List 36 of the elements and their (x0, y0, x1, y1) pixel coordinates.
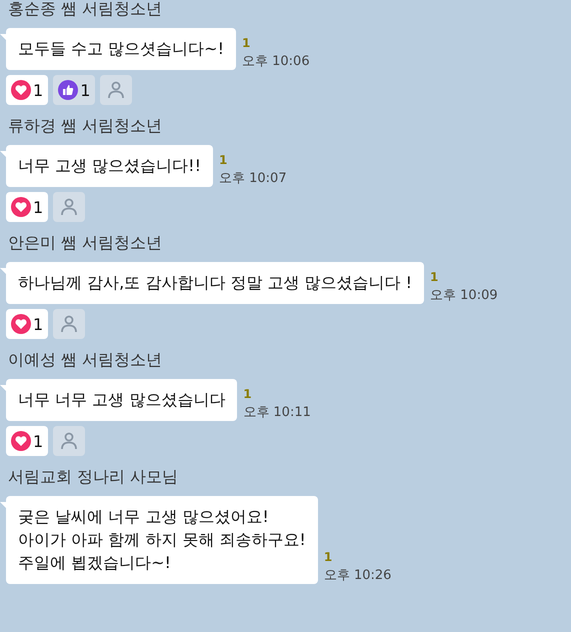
timestamp: 오후 10:11 (243, 404, 311, 421)
timestamp: 오후 10:06 (242, 53, 310, 70)
message-text: 모두들 수고 많으셧습니다~! (18, 38, 224, 60)
reaction-profile-button[interactable] (53, 192, 86, 222)
unread-count: 1 (430, 270, 438, 284)
reaction-chip[interactable]: 1 (6, 75, 48, 105)
reaction-chip[interactable]: 1 (6, 426, 48, 456)
sender-name: 안은미 쌤 서림청소년 (8, 234, 162, 252)
message-text: 너무 고생 많으셨습니다!! (18, 155, 201, 177)
unread-count: 1 (219, 153, 228, 167)
timestamp: 오후 10:07 (219, 170, 287, 187)
unread-count: 1 (243, 387, 252, 401)
sender-name: 서림교회 정나리 사모님 (8, 468, 178, 486)
message-text: 아이가 아파 함께 하지 못해 죄송하구요! (18, 529, 306, 551)
sender-name: 이예성 쌤 서림청소년 (8, 351, 162, 369)
thumbs-up-icon (58, 80, 78, 100)
reaction-profile-button[interactable] (100, 75, 132, 105)
person-icon (59, 197, 80, 217)
person-icon (59, 314, 80, 334)
timestamp: 오후 10:09 (430, 287, 498, 304)
person-icon (59, 431, 80, 451)
reaction-chip[interactable]: 1 (6, 192, 48, 222)
message-text: 하나님께 감사,또 감사합니다 정말 고생 많으셨습니다 ! (18, 272, 412, 294)
reaction-chip[interactable]: 1 (53, 75, 96, 105)
person-icon (106, 80, 126, 100)
message-text: 주일에 뵙겠습니다~! (18, 552, 172, 574)
reaction-chip[interactable]: 1 (6, 309, 48, 339)
unread-count: 1 (242, 36, 250, 50)
sender-name: 류하경 쌤 서림청소년 (8, 117, 162, 135)
sender-name: 홍순종 쌤 서림청소년 (8, 0, 162, 18)
unread-count: 1 (324, 550, 332, 564)
message-text: 너무 너무 고생 많으셨습니다 (18, 389, 226, 411)
reaction-profile-button[interactable] (53, 426, 86, 456)
reaction-profile-button[interactable] (53, 309, 86, 339)
timestamp: 오후 10:26 (324, 567, 392, 584)
message-text: 궂은 날씨에 너무 고생 많으셨어요! (18, 506, 270, 528)
